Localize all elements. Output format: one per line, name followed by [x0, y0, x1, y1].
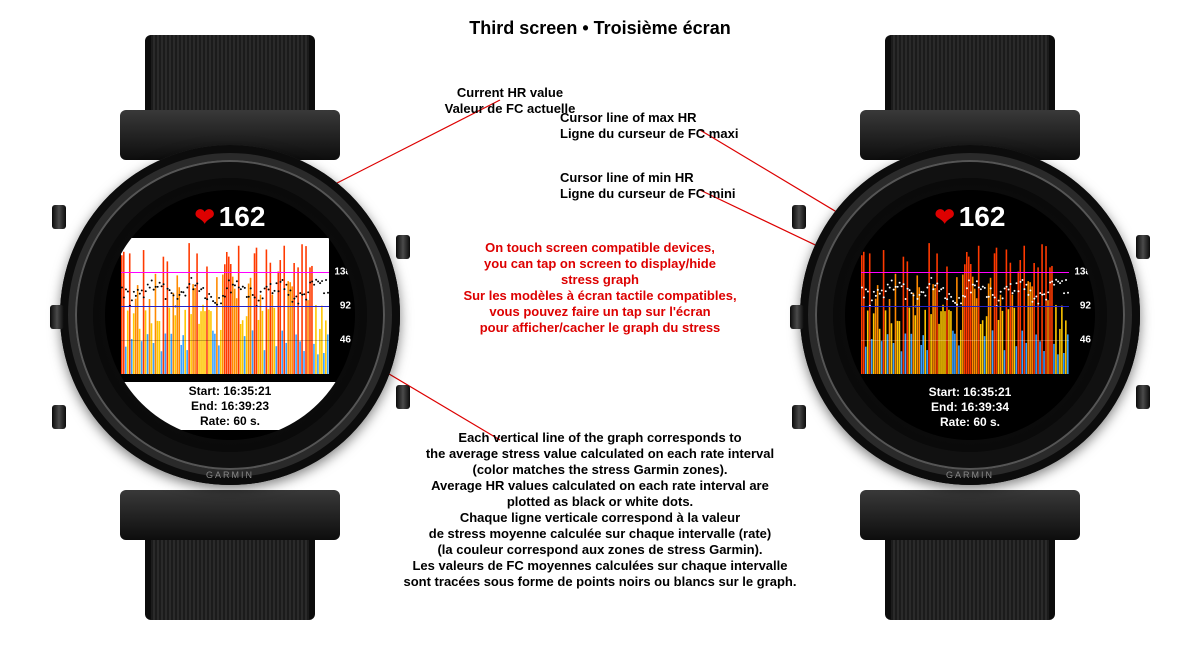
stress-chart	[121, 238, 329, 374]
brand-label: GARMIN	[800, 470, 1140, 480]
rate: Rate: 60 s.	[845, 415, 1095, 430]
button-start[interactable]	[1136, 235, 1150, 259]
watch-right: GARMIN ❤162 184 138 92 46 0 Start: 16:35…	[800, 90, 1140, 510]
y-axis-labels: 184 138 92 46 0	[1067, 238, 1091, 374]
end-time: End: 16:39:34	[845, 400, 1095, 415]
start-time: Start: 16:35:21	[105, 384, 355, 399]
callout-cursor-max: Cursor line of max HR Ligne du curseur d…	[560, 110, 790, 142]
button-down[interactable]	[792, 405, 806, 429]
callout-cursor-min: Cursor line of min HR Ligne du curseur d…	[560, 170, 790, 202]
button-down[interactable]	[52, 405, 66, 429]
button-back[interactable]	[396, 385, 410, 409]
brand-label: GARMIN	[60, 470, 400, 480]
hr-readout: ❤162	[105, 202, 355, 233]
strap-bottom	[145, 530, 315, 620]
button-light[interactable]	[52, 205, 66, 229]
cursor-max-hr	[121, 272, 329, 273]
callout-bars-legend: Each vertical line of the graph correspo…	[395, 430, 805, 590]
button-up[interactable]	[790, 305, 804, 329]
button-up[interactable]	[50, 305, 64, 329]
hr-value: 162	[219, 201, 266, 232]
stress-chart	[861, 238, 1069, 374]
heart-icon: ❤	[195, 204, 215, 231]
y-axis-labels: 184 138 92 46 0	[327, 238, 351, 374]
watch-screen[interactable]: ❤162 184 138 92 46 0 Start: 16:35:21 End…	[105, 190, 355, 440]
hr-readout: ❤162	[845, 202, 1095, 233]
strap-bottom	[885, 530, 1055, 620]
button-back[interactable]	[1136, 385, 1150, 409]
footer-stats: Start: 16:35:21 End: 16:39:23 Rate: 60 s…	[105, 382, 355, 430]
footer-stats: Start: 16:35:21 End: 16:39:34 Rate: 60 s…	[845, 385, 1095, 430]
cursor-min-hr	[861, 306, 1069, 307]
cursor-min-hr	[121, 306, 329, 307]
heart-icon: ❤	[935, 204, 955, 231]
lug-bottom	[120, 490, 340, 540]
watch-screen[interactable]: ❤162 184 138 92 46 0 Start: 16:35:21 End…	[845, 190, 1095, 440]
button-light[interactable]	[792, 205, 806, 229]
button-start[interactable]	[396, 235, 410, 259]
start-time: Start: 16:35:21	[845, 385, 1095, 400]
watch-left: GARMIN ❤162 184 138 92 46 0 Start: 16:35…	[60, 90, 400, 510]
cursor-max-hr	[861, 272, 1069, 273]
callout-touch-tip: On touch screen compatible devices, you …	[430, 240, 770, 336]
end-time: End: 16:39:23	[105, 399, 355, 414]
hr-value: 162	[959, 201, 1006, 232]
rate: Rate: 60 s.	[105, 414, 355, 429]
lug-bottom	[860, 490, 1080, 540]
